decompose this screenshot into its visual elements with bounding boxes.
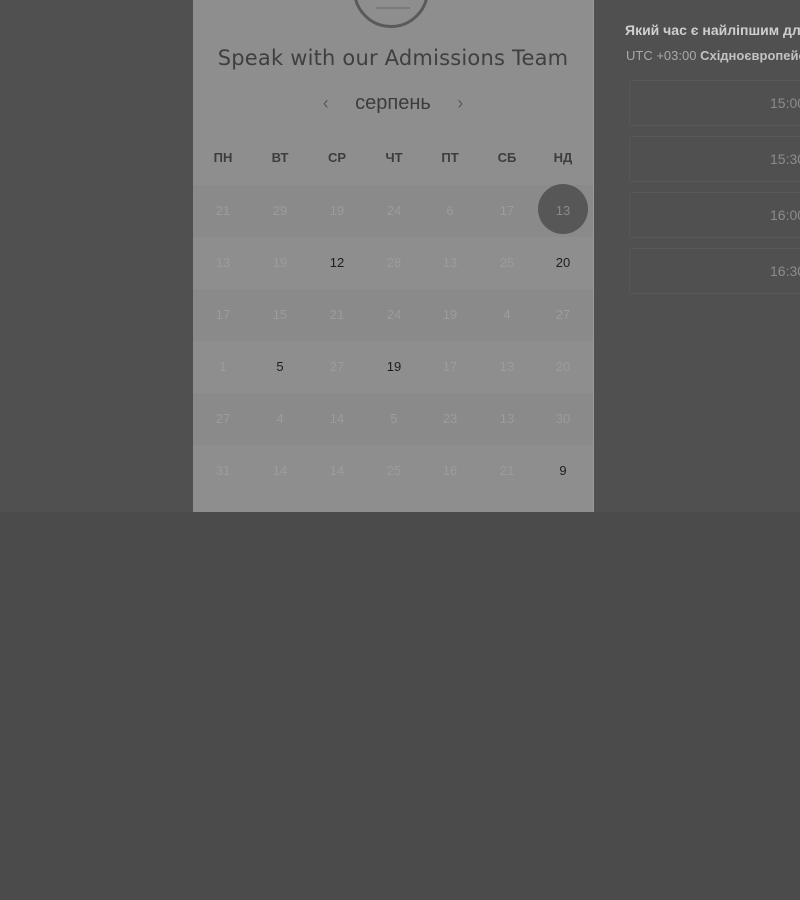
calendar-day-disabled: 14 [329,411,345,426]
selected-day-label: 13 [555,203,571,218]
calendar-day-disabled: 13 [499,411,515,426]
calendar-day-disabled: 19 [272,255,288,270]
calendar-day-available[interactable]: 20 [535,245,591,281]
calendar-day-disabled: 17 [442,359,458,374]
weekday-fri: ПТ [441,150,459,165]
calendar-day-disabled: 1 [219,359,227,374]
calendar-week: 1 5 27 19 17 13 20 [193,341,593,393]
weekday-sun: НД [553,150,573,165]
time-slot-button[interactable]: 16:30 [629,248,800,294]
month-label: серпень [355,92,431,114]
calendar-panel: Speak with our Admissions Team ‹ серпень… [193,0,594,512]
calendar-day-disabled: 19 [442,307,458,322]
time-slot-label: 16:00 [770,207,800,223]
chevron-right-icon[interactable]: › [453,93,467,114]
time-question: Який час є найліпшим для вас? [625,22,800,38]
weekday-mon: ПН [213,150,233,165]
time-slot-button[interactable]: 15:30 [629,136,800,182]
calendar-day-disabled: 16 [442,463,458,478]
weekday-sat: СБ [497,150,517,165]
calendar-day-disabled: 14 [272,463,288,478]
calendar-day-disabled: 14 [329,463,345,478]
timezone-name: Східноєвропейський час [700,48,800,63]
calendar-day-disabled: 29 [272,203,288,218]
calendar-day-disabled: 25 [499,255,515,270]
calendar-day-disabled: 24 [386,203,402,218]
chevron-left-icon[interactable]: ‹ [319,93,333,114]
calendar-day-disabled: 20 [555,359,571,374]
calendar-day-disabled: 4 [503,307,511,322]
calendar-day-disabled: 13 [499,359,515,374]
month-navigator: ‹ серпень › [193,92,593,120]
calendar-day-disabled: 28 [386,255,402,270]
page-title: Speak with our Admissions Team [217,46,569,70]
calendar-week: 31 14 14 25 16 21 9 [193,445,593,497]
calendar-day-available[interactable]: 19 [366,349,422,385]
timezone-selector[interactable]: UTC +03:00 Східноєвропейський час [626,48,800,63]
time-slot-button[interactable]: 15:00 [629,80,800,126]
calendar-day-disabled: 27 [329,359,345,374]
calendar-day-disabled: 25 [386,463,402,478]
weekday-tue: ВТ [271,150,289,165]
calendar-day-disabled: 17 [499,203,515,218]
time-picker: Який час є найліпшим для вас? UTC +03:00… [625,0,800,512]
logo-mark [376,7,410,9]
time-slot-label: 15:30 [770,151,800,167]
weekday-wed: СР [327,150,347,165]
calendar-grid: 21 29 19 24 6 17 13 13 19 12 28 13 25 20… [193,184,593,505]
calendar-day-disabled: 13 [442,255,458,270]
logo [353,0,429,28]
time-slot-label: 15:00 [770,95,800,111]
time-slot-label: 16:30 [770,263,800,279]
calendar-day-disabled: 30 [555,411,571,426]
calendar-day-disabled: 23 [442,411,458,426]
calendar-day-disabled: 31 [215,463,231,478]
calendar-week: 21 29 19 24 6 17 13 [193,184,593,237]
calendar-day-available[interactable]: 5 [252,349,308,385]
calendar-week: 13 19 12 28 13 25 20 [193,237,593,289]
calendar-day-disabled: 6 [446,203,454,218]
calendar-day-disabled: 5 [390,411,398,426]
calendar-day-disabled: 27 [555,307,571,322]
calendar-day-selected[interactable]: 13 [535,184,591,234]
timezone-offset: UTC +03:00 [626,48,697,63]
calendar-day-disabled: 19 [329,203,345,218]
calendar-day-available[interactable]: 12 [309,245,365,281]
calendar-day-disabled: 21 [499,463,515,478]
calendar-day-disabled: 13 [215,255,231,270]
calendar-day-disabled: 24 [386,307,402,322]
calendar-day-disabled: 4 [276,411,284,426]
calendar-day-disabled: 21 [215,203,231,218]
calendar-week: 27 4 14 5 23 13 30 [193,393,593,445]
calendar-week: 17 15 21 24 19 4 27 [193,289,593,341]
calendar-day-available[interactable]: 9 [535,453,591,489]
calendar-day-disabled: 17 [215,307,231,322]
calendar-day-disabled: 27 [215,411,231,426]
weekday-header: ПН ВТ СР ЧТ ПТ СБ НД [193,150,593,170]
calendar-day-disabled: 15 [272,307,288,322]
time-slot-button[interactable]: 16:00 [629,192,800,238]
weekday-thu: ЧТ [385,150,403,165]
calendar-day-disabled: 21 [329,307,345,322]
